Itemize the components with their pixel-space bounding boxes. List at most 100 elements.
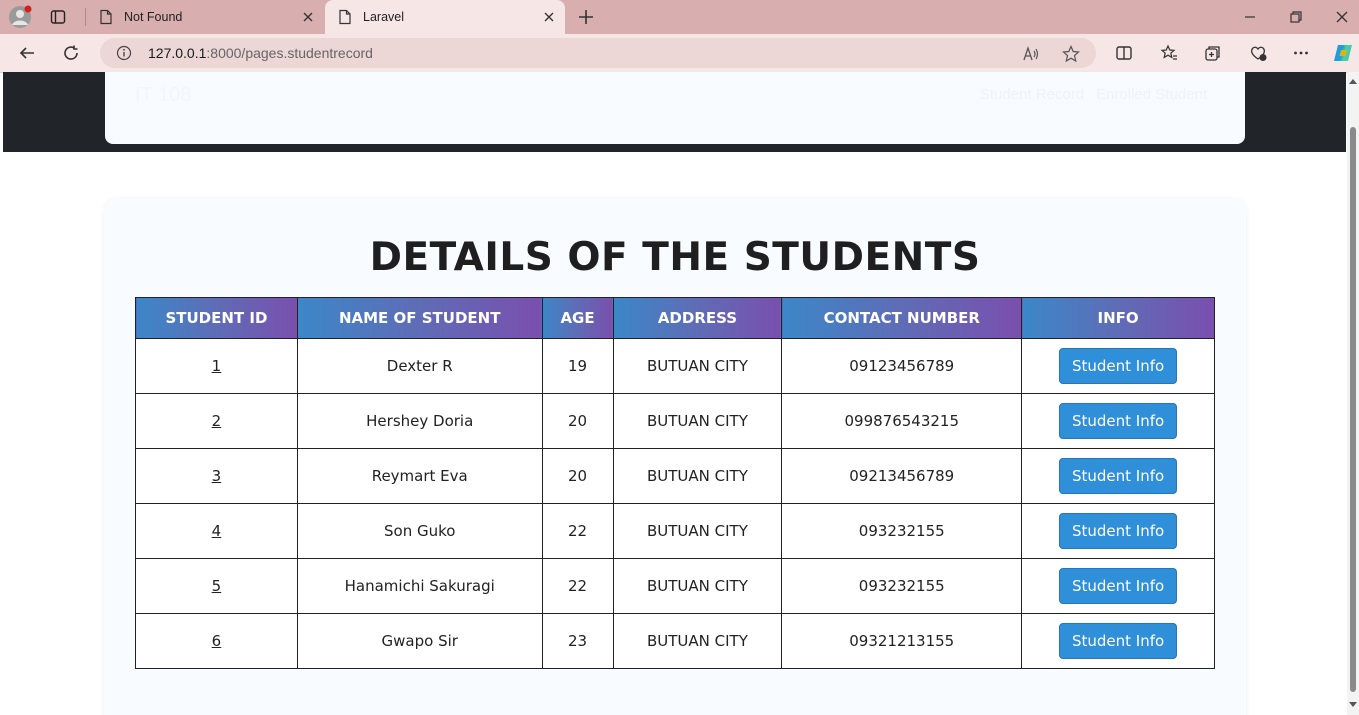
column-header: CONTACT NUMBER	[781, 297, 1023, 339]
page-icon	[100, 9, 112, 25]
info-cell: Student Info	[1021, 558, 1215, 614]
tab-not-found[interactable]: Not Found	[86, 0, 324, 34]
student-id-cell: 1	[135, 338, 298, 394]
student-id-cell: 5	[135, 558, 298, 614]
student-contact-cell: 099876543215	[781, 393, 1023, 449]
tab-actions-icon[interactable]	[50, 9, 66, 25]
profile-avatar-icon[interactable]	[8, 5, 32, 29]
student-age-cell: 20	[541, 393, 614, 449]
nav-links: Student Record Enrolled Student	[980, 86, 1207, 103]
table-row: 5 Hanamichi Sakuragi 22 BUTUAN CITY 0932…	[135, 558, 1215, 614]
student-id-link[interactable]: 2	[212, 412, 222, 430]
student-id-cell: 3	[135, 448, 298, 504]
students-table: STUDENT ID NAME OF STUDENT AGE ADDRESS C…	[135, 297, 1215, 669]
scroll-down-arrow-icon[interactable]	[1349, 700, 1357, 708]
student-name-cell: Reymart Eva	[296, 448, 543, 504]
student-age-cell: 22	[541, 558, 614, 614]
nav-link-student-record[interactable]: Student Record	[980, 86, 1084, 103]
url-text[interactable]: 127.0.0.1:8000/pages.studentrecord	[148, 45, 373, 61]
column-header: STUDENT ID	[135, 297, 298, 339]
copilot-icon[interactable]	[1332, 42, 1354, 64]
student-info-button[interactable]: Student Info	[1058, 403, 1178, 439]
favorites-icon[interactable]	[1160, 44, 1178, 62]
table-row: 1 Dexter R 19 BUTUAN CITY 09123456789 St…	[135, 338, 1215, 394]
nav-link-enrolled-student[interactable]: Enrolled Student	[1096, 86, 1207, 103]
column-header: AGE	[541, 297, 614, 339]
student-id-link[interactable]: 3	[212, 467, 222, 485]
collections-icon[interactable]	[1204, 44, 1222, 62]
restore-icon[interactable]	[1289, 10, 1303, 24]
table-row: 6 Gwapo Sir 23 BUTUAN CITY 09321213155 S…	[135, 613, 1215, 669]
browser-toolbar: 127.0.0.1:8000/pages.studentrecord	[0, 34, 1359, 73]
scrollbar-thumb[interactable]	[1350, 127, 1356, 692]
student-name-cell: Gwapo Sir	[296, 613, 543, 669]
student-info-button[interactable]: Student Info	[1058, 458, 1178, 494]
student-address-cell: BUTUAN CITY	[612, 338, 783, 394]
student-address-cell: BUTUAN CITY	[612, 613, 783, 669]
site-header: IT 108 Student Record Enrolled Student	[3, 72, 1346, 152]
student-name-cell: Dexter R	[296, 338, 543, 394]
student-info-button[interactable]: Student Info	[1058, 568, 1178, 604]
url-path: :8000/pages.studentrecord	[206, 45, 373, 61]
tab-title: Laravel	[363, 10, 404, 24]
student-id-link[interactable]: 4	[212, 522, 222, 540]
column-header: ADDRESS	[612, 297, 783, 339]
new-tab-icon[interactable]	[577, 8, 595, 26]
student-info-button[interactable]: Student Info	[1058, 348, 1178, 384]
student-address-cell: BUTUAN CITY	[612, 448, 783, 504]
student-id-link[interactable]: 5	[212, 577, 222, 595]
read-aloud-icon[interactable]	[1022, 45, 1040, 63]
close-window-icon[interactable]	[1335, 10, 1349, 24]
student-contact-cell: 09123456789	[781, 338, 1023, 394]
student-contact-cell: 09321213155	[781, 613, 1023, 669]
browser-essentials-icon[interactable]	[1249, 44, 1267, 62]
info-cell: Student Info	[1021, 338, 1215, 394]
table-row: 2 Hershey Doria 20 BUTUAN CITY 099876543…	[135, 393, 1215, 449]
student-address-cell: BUTUAN CITY	[612, 393, 783, 449]
vertical-scrollbar[interactable]	[1347, 72, 1359, 715]
favorite-star-icon[interactable]	[1062, 45, 1080, 63]
student-id-link[interactable]: 6	[212, 632, 222, 650]
site-brand[interactable]: IT 108	[135, 84, 191, 107]
student-address-cell: BUTUAN CITY	[612, 503, 783, 559]
info-cell: Student Info	[1021, 448, 1215, 504]
minimize-icon[interactable]	[1243, 10, 1257, 24]
split-screen-icon[interactable]	[1115, 44, 1133, 62]
student-id-cell: 4	[135, 503, 298, 559]
table-row: 4 Son Guko 22 BUTUAN CITY 093232155 Stud…	[135, 503, 1215, 559]
site-info-icon[interactable]	[116, 45, 132, 61]
navbar: IT 108 Student Record Enrolled Student	[105, 72, 1245, 144]
student-contact-cell: 093232155	[781, 558, 1023, 614]
student-name-cell: Hershey Doria	[296, 393, 543, 449]
student-info-button[interactable]: Student Info	[1058, 623, 1178, 659]
refresh-icon[interactable]	[62, 44, 80, 62]
info-cell: Student Info	[1021, 393, 1215, 449]
column-header: INFO	[1021, 297, 1215, 339]
browser-tab-bar: Not Found Laravel	[0, 0, 1359, 34]
student-age-cell: 19	[541, 338, 614, 394]
close-tab-icon[interactable]	[302, 11, 314, 23]
student-age-cell: 20	[541, 448, 614, 504]
page-title: DETAILS OF THE STUDENTS	[369, 235, 981, 280]
student-name-cell: Hanamichi Sakuragi	[296, 558, 543, 614]
info-cell: Student Info	[1021, 613, 1215, 669]
tab-title: Not Found	[124, 10, 183, 24]
address-bar[interactable]: 127.0.0.1:8000/pages.studentrecord	[100, 38, 1096, 68]
student-contact-cell: 093232155	[781, 503, 1023, 559]
close-tab-icon[interactable]	[543, 11, 555, 23]
back-arrow-icon[interactable]	[18, 44, 36, 62]
student-id-link[interactable]: 1	[212, 357, 222, 375]
students-card: DETAILS OF THE STUDENTS STUDENT ID NAME …	[104, 199, 1246, 715]
page-icon	[339, 9, 351, 25]
student-address-cell: BUTUAN CITY	[612, 558, 783, 614]
url-host: 127.0.0.1	[148, 45, 207, 61]
scroll-up-arrow-icon[interactable]	[1349, 78, 1357, 86]
student-id-cell: 6	[135, 613, 298, 669]
student-info-button[interactable]: Student Info	[1058, 513, 1178, 549]
tab-laravel[interactable]: Laravel	[325, 0, 565, 34]
page-viewport: IT 108 Student Record Enrolled Student D…	[3, 72, 1346, 715]
student-id-cell: 2	[135, 393, 298, 449]
more-options-icon[interactable]	[1292, 44, 1310, 62]
column-header: NAME OF STUDENT	[296, 297, 543, 339]
table-row: 3 Reymart Eva 20 BUTUAN CITY 09213456789…	[135, 448, 1215, 504]
